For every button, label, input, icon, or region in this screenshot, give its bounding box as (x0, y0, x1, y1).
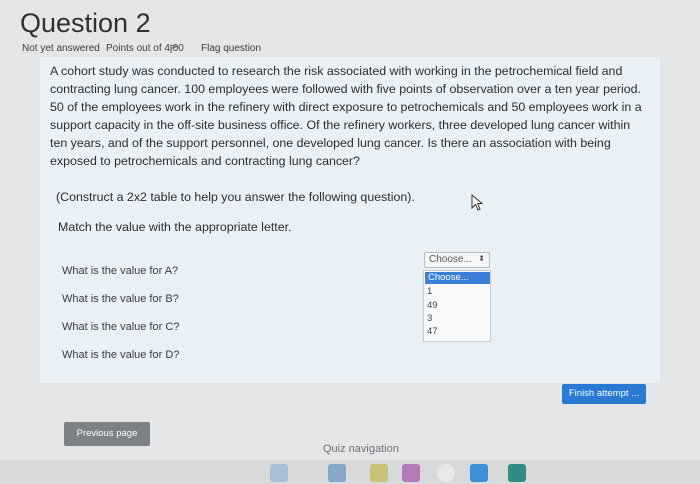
dropdown-option[interactable]: 49 (427, 300, 438, 311)
dropdown-option[interactable]: Choose... (425, 272, 490, 284)
match-instruction: Match the value with the appropriate let… (58, 220, 292, 234)
flag-icon[interactable] (169, 44, 179, 54)
dropdown-option[interactable]: 47 (427, 326, 438, 337)
select-dropdown-list[interactable]: Choose... 1 49 3 47 (423, 270, 491, 342)
previous-page-button[interactable]: Previous page (64, 422, 150, 446)
dropdown-option[interactable]: 3 (427, 313, 432, 324)
select-current-value: Choose... (429, 254, 472, 265)
answer-select-a[interactable]: Choose... ⬍ (424, 252, 490, 268)
folder-icon[interactable] (370, 464, 388, 482)
prompt-c: What is the value for C? (62, 321, 180, 333)
app-icon[interactable] (508, 464, 526, 482)
question-status: Not yet answered (22, 43, 100, 54)
prompt-a: What is the value for A? (62, 265, 179, 277)
app-icon[interactable] (470, 464, 488, 482)
app-icon[interactable] (328, 464, 346, 482)
browser-icon[interactable] (437, 464, 455, 482)
app-icon[interactable] (270, 464, 288, 482)
prompt-b: What is the value for B? (62, 293, 179, 305)
app-icon[interactable] (402, 464, 420, 482)
question-text: A cohort study was conducted to research… (50, 64, 642, 168)
flag-question-link[interactable]: Flag question (201, 43, 261, 54)
prompt-d: What is the value for D? (62, 349, 180, 361)
question-title: Question 2 (20, 8, 151, 38)
construct-instruction: (Construct a 2x2 table to help you answe… (56, 190, 415, 204)
finish-attempt-button[interactable]: Finish attempt ... (562, 384, 646, 404)
question-content-box: A cohort study was conducted to research… (40, 57, 660, 383)
taskbar (0, 460, 700, 484)
dropdown-option[interactable]: 1 (427, 286, 432, 297)
select-caret-icon: ⬍ (478, 254, 485, 263)
quiz-navigation-label: Quiz navigation (323, 443, 399, 455)
mouse-cursor-icon (471, 194, 484, 211)
